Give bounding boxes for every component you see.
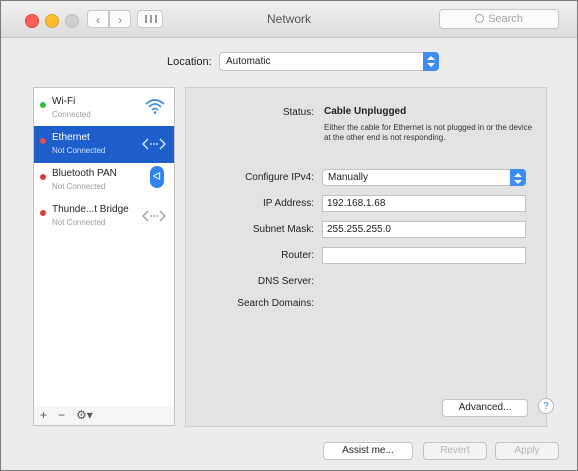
status-description: Either the cable for Ethernet is not plu…: [324, 123, 533, 142]
ethernet-icon: [142, 138, 166, 150]
search-placeholder: Search: [488, 13, 523, 25]
add-service-button[interactable]: +: [40, 408, 47, 422]
assist-me-button[interactable]: Assist me...: [323, 442, 413, 460]
service-name: Thunde...t Bridge: [52, 204, 129, 215]
location-label: Location:: [167, 56, 212, 68]
service-item-wifi[interactable]: Wi-Fi Connected: [34, 90, 174, 127]
location-select[interactable]: Automatic: [219, 52, 439, 71]
select-stepper-icon: [423, 52, 439, 71]
configure-ipv4-value: Manually: [328, 172, 369, 183]
search-field[interactable]: Search: [439, 9, 559, 29]
status-dot: [40, 174, 46, 180]
remove-service-button[interactable]: −: [58, 408, 65, 422]
action-menu-button[interactable]: ⚙▾: [76, 408, 93, 422]
subnet-mask-field[interactable]: 255.255.255.0: [322, 221, 526, 238]
router-label: Router:: [281, 250, 314, 261]
router-field[interactable]: [322, 247, 526, 264]
status-dot: [40, 210, 46, 216]
service-name: Wi-Fi: [52, 96, 76, 107]
service-status: Not Connected: [52, 146, 106, 155]
revert-button[interactable]: Revert: [423, 442, 487, 460]
title-bar: ‹ › Network Search: [1, 1, 577, 38]
thunderbolt-bridge-icon: [142, 210, 166, 222]
ethernet-details-panel: Status: Cable Unplugged Either the cable…: [185, 87, 547, 427]
status-value: Cable Unplugged: [324, 106, 407, 117]
dns-server-label: DNS Server:: [257, 276, 314, 287]
status-dot: [40, 102, 46, 108]
network-preferences-window: ‹ › Network Search Location: Automatic W…: [0, 0, 578, 471]
select-stepper-icon: [510, 169, 526, 186]
help-button[interactable]: ?: [538, 398, 554, 414]
subnet-mask-label: Subnet Mask:: [252, 224, 314, 235]
service-item-thunderbolt-bridge[interactable]: Thunde...t Bridge Not Connected: [34, 198, 174, 235]
location-value: Automatic: [226, 56, 271, 67]
status-label: Status:: [282, 107, 314, 118]
service-name: Bluetooth PAN: [52, 168, 117, 179]
search-icon: [475, 14, 485, 23]
service-item-bluetooth-pan[interactable]: Bluetooth PAN Not Connected ᐊ: [34, 162, 174, 199]
ip-address-field[interactable]: 192.168.1.68: [322, 195, 526, 212]
service-item-ethernet[interactable]: Ethernet Not Connected: [34, 126, 174, 163]
status-dot: [40, 138, 46, 144]
advanced-button[interactable]: Advanced...: [442, 399, 528, 417]
ip-address-label: IP Address:: [263, 198, 314, 209]
configure-ipv4-label: Configure IPv4:: [245, 172, 314, 183]
service-status: Connected: [52, 110, 91, 119]
configure-ipv4-select[interactable]: Manually: [322, 169, 526, 186]
service-list-toolbar: + − ⚙▾: [33, 406, 175, 426]
apply-button[interactable]: Apply: [495, 442, 559, 460]
service-list: Wi-Fi Connected Ethernet Not Connected B…: [33, 87, 175, 407]
service-status: Not Connected: [52, 218, 106, 227]
search-domains-label: Search Domains:: [237, 298, 314, 309]
wifi-icon: [145, 99, 165, 114]
service-name: Ethernet: [52, 132, 90, 143]
service-status: Not Connected: [52, 182, 106, 191]
bluetooth-icon: ᐊ: [150, 166, 164, 188]
